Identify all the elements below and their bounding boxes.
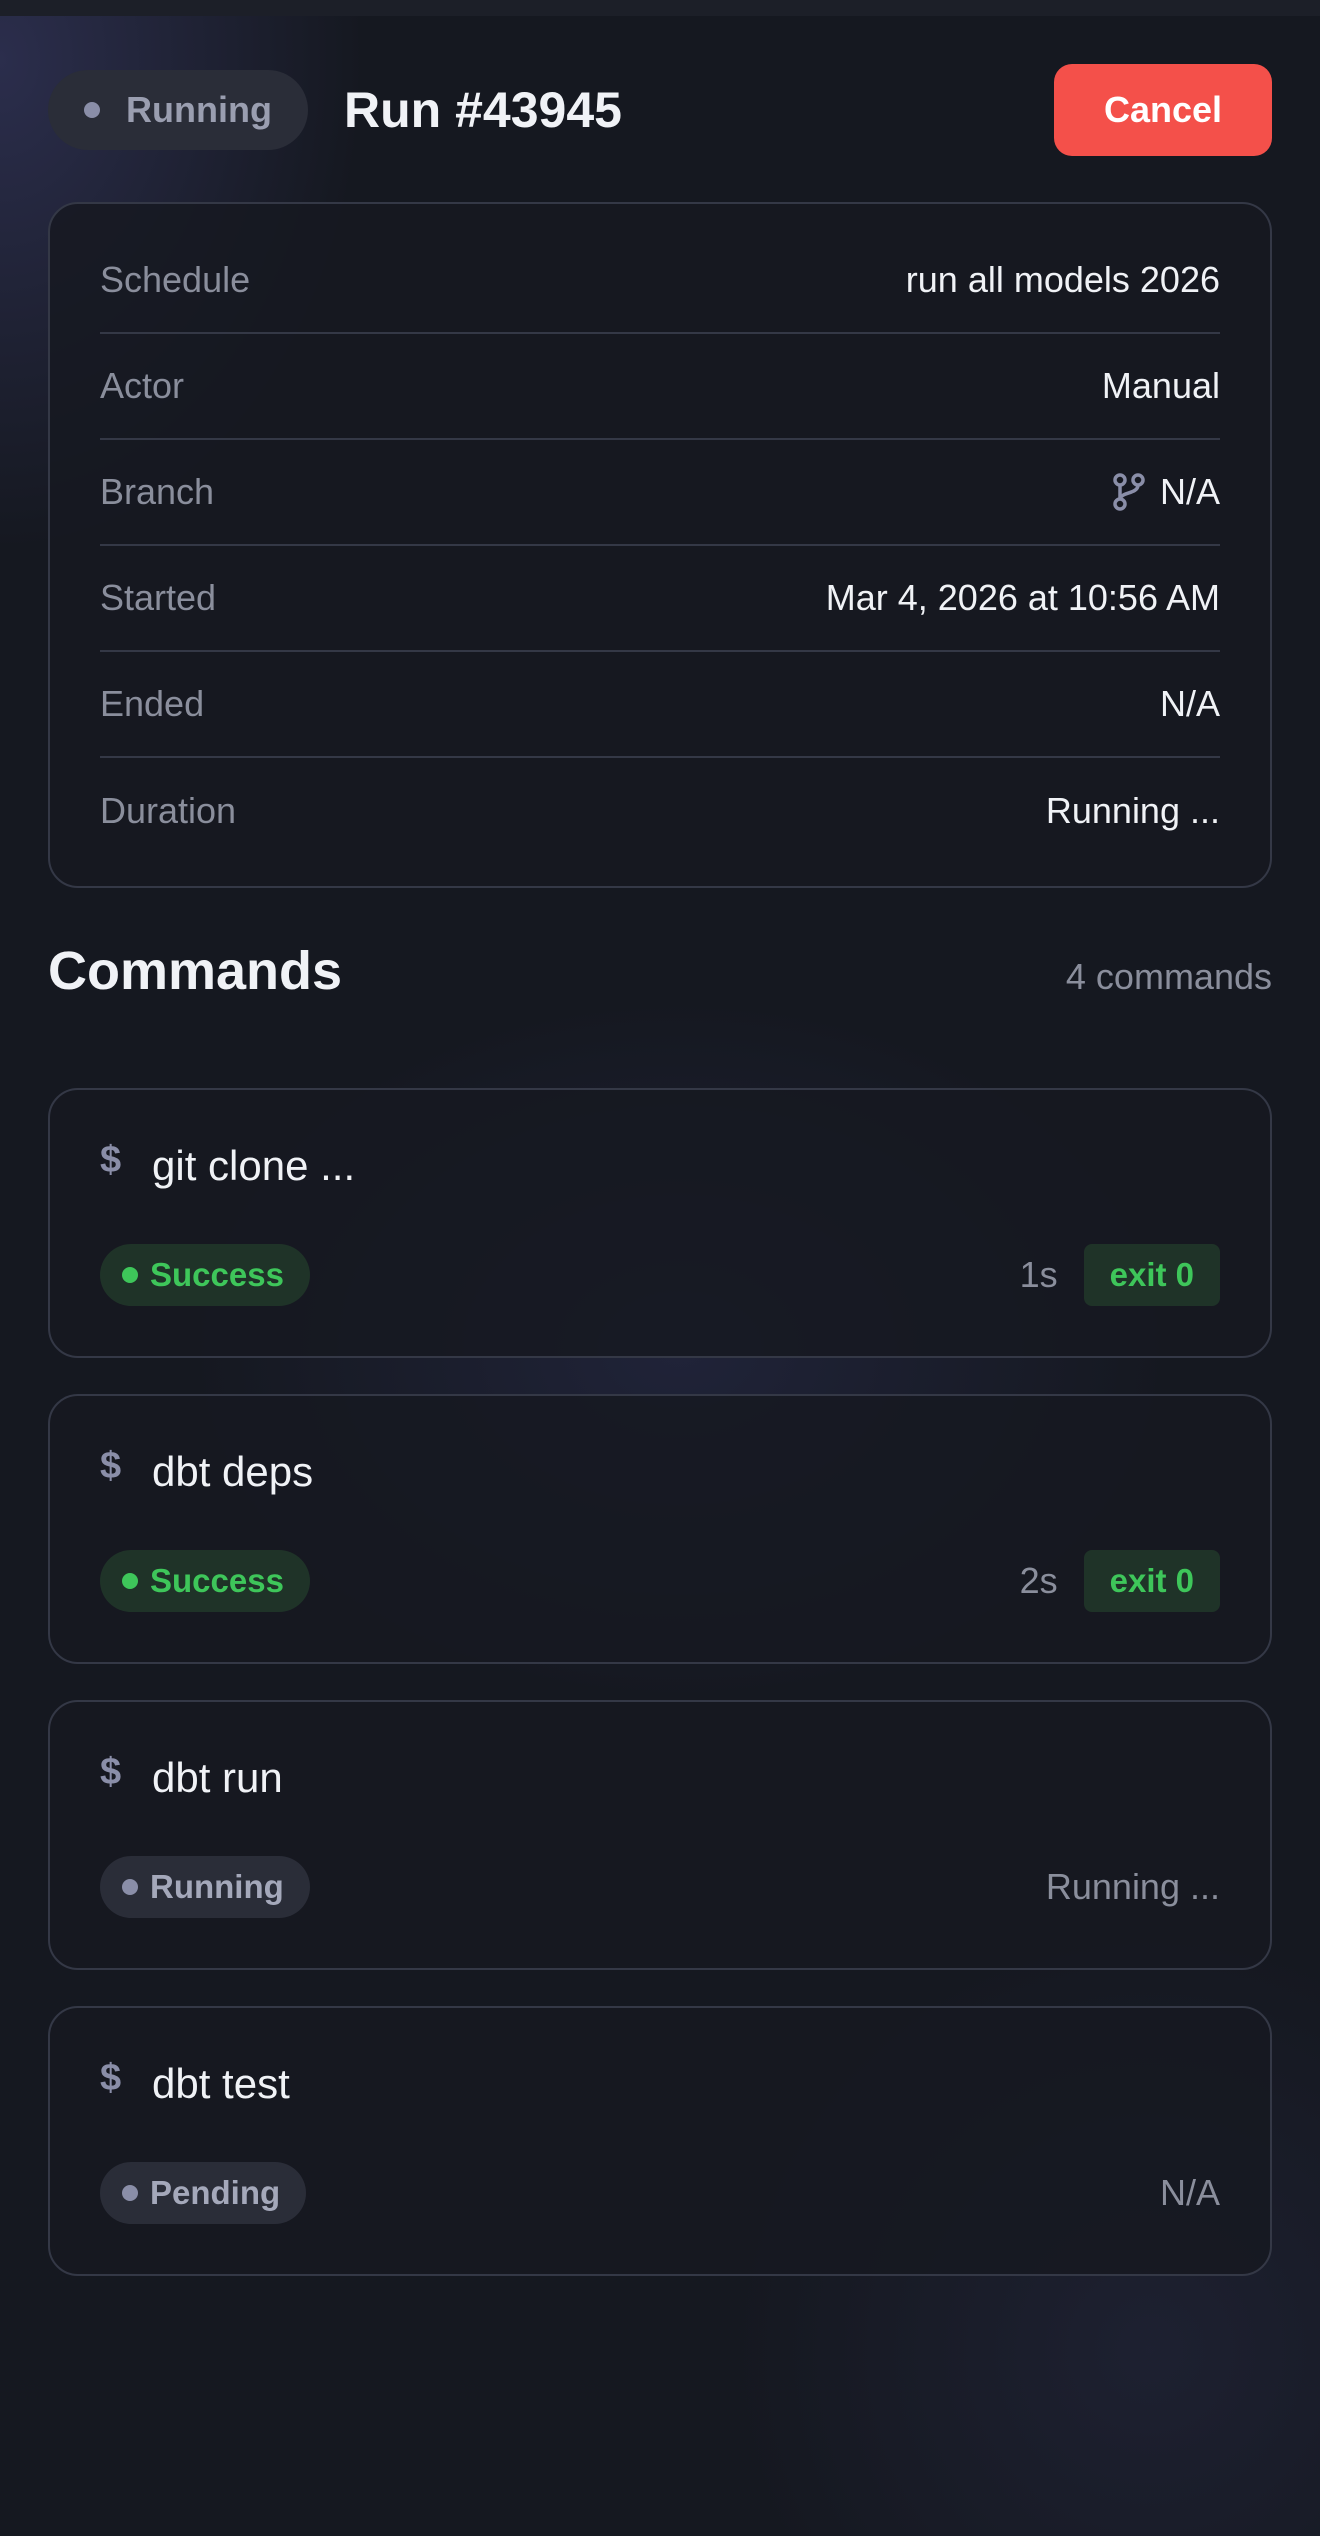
status-dot <box>122 1267 138 1283</box>
run-title: Run #43945 <box>344 82 622 138</box>
commands-count: 4 commands <box>1065 956 1272 997</box>
run-status-label: Running <box>126 89 272 130</box>
command-card[interactable]: $ dbt test Pending N/A <box>48 2006 1272 2276</box>
run-header: Running Run #43945 Cancel <box>48 64 1272 156</box>
detail-value-branch: N/A <box>1112 471 1220 513</box>
command-status-label: Pending <box>150 2174 281 2211</box>
branch-value: N/A <box>1159 471 1220 512</box>
top-bar <box>0 0 1320 16</box>
dollar-prompt-icon: $ <box>100 1138 122 1181</box>
detail-row-duration: Duration Running ... <box>100 758 1220 864</box>
command-duration: Running ... <box>1045 1866 1220 1907</box>
command-status-badge: Running <box>100 1856 310 1918</box>
command-line: $ dbt deps <box>100 1444 314 1496</box>
run-details-card: Schedule run all models 2026 Actor Manua… <box>48 202 1272 888</box>
command-status-badge: Pending <box>100 2162 307 2224</box>
detail-row-actor: Actor Manual <box>100 334 1220 440</box>
command-meta: N/A <box>1160 2162 1220 2224</box>
detail-row-branch: Branch N/A <box>100 440 1220 546</box>
command-text: dbt run <box>152 1754 283 1801</box>
command-status-badge: Success <box>100 1550 310 1612</box>
detail-key: Ended <box>100 683 205 724</box>
command-card[interactable]: $ git clone ... Success 1s exit 0 <box>48 1088 1272 1358</box>
git-branch-icon <box>1113 473 1145 511</box>
command-meta: 1s exit 0 <box>1020 1244 1220 1306</box>
detail-value: Manual <box>1101 365 1220 406</box>
command-text: git clone ... <box>152 1142 356 1189</box>
command-status-label: Running <box>150 1868 284 1905</box>
command-status-label: Success <box>150 1256 284 1293</box>
dollar-prompt-icon: $ <box>100 1750 122 1793</box>
command-card[interactable]: $ dbt deps Success 2s exit 0 <box>48 1394 1272 1664</box>
status-dot <box>122 2185 138 2201</box>
detail-key: Started <box>100 577 217 618</box>
command-line: $ dbt test <box>100 2056 290 2108</box>
dollar-prompt-icon: $ <box>100 1444 122 1487</box>
exit-code-badge: exit 0 <box>1083 1550 1220 1612</box>
command-line: $ dbt run <box>100 1750 283 1802</box>
status-dot <box>84 102 100 118</box>
commands-heading: Commands <box>48 941 343 1001</box>
detail-row-schedule: Schedule run all models 2026 <box>100 204 1220 334</box>
command-card[interactable]: $ dbt run Running Running ... <box>48 1700 1272 1970</box>
run-status-badge: Running <box>48 70 308 150</box>
command-status-label: Success <box>150 1562 284 1599</box>
detail-value: Mar 4, 2026 at 10:56 AM <box>825 577 1220 618</box>
detail-key: Branch <box>100 471 215 512</box>
detail-value: run all models 2026 <box>905 259 1220 300</box>
command-duration: N/A <box>1159 2172 1220 2213</box>
detail-key: Schedule <box>100 259 251 300</box>
exit-code-badge: exit 0 <box>1083 1244 1220 1306</box>
command-text: dbt deps <box>152 1448 314 1495</box>
command-duration: 1s <box>1019 1254 1058 1295</box>
command-status-badge: Success <box>100 1244 310 1306</box>
command-meta: 2s exit 0 <box>1020 1550 1220 1612</box>
status-dot <box>122 1879 138 1895</box>
detail-value: Running ... <box>1045 790 1220 831</box>
command-duration: 2s <box>1019 1560 1058 1601</box>
detail-row-ended: Ended N/A <box>100 652 1220 758</box>
command-text: dbt test <box>152 2060 290 2107</box>
cancel-button[interactable]: Cancel <box>1054 64 1272 156</box>
command-meta: Running ... <box>1046 1856 1220 1918</box>
detail-key: Duration <box>100 790 237 831</box>
detail-key: Actor <box>100 365 185 406</box>
command-line: $ git clone ... <box>100 1138 356 1190</box>
status-dot <box>122 1573 138 1589</box>
dollar-prompt-icon: $ <box>100 2056 122 2099</box>
detail-row-started: Started Mar 4, 2026 at 10:56 AM <box>100 546 1220 652</box>
detail-value: N/A <box>1159 683 1220 724</box>
